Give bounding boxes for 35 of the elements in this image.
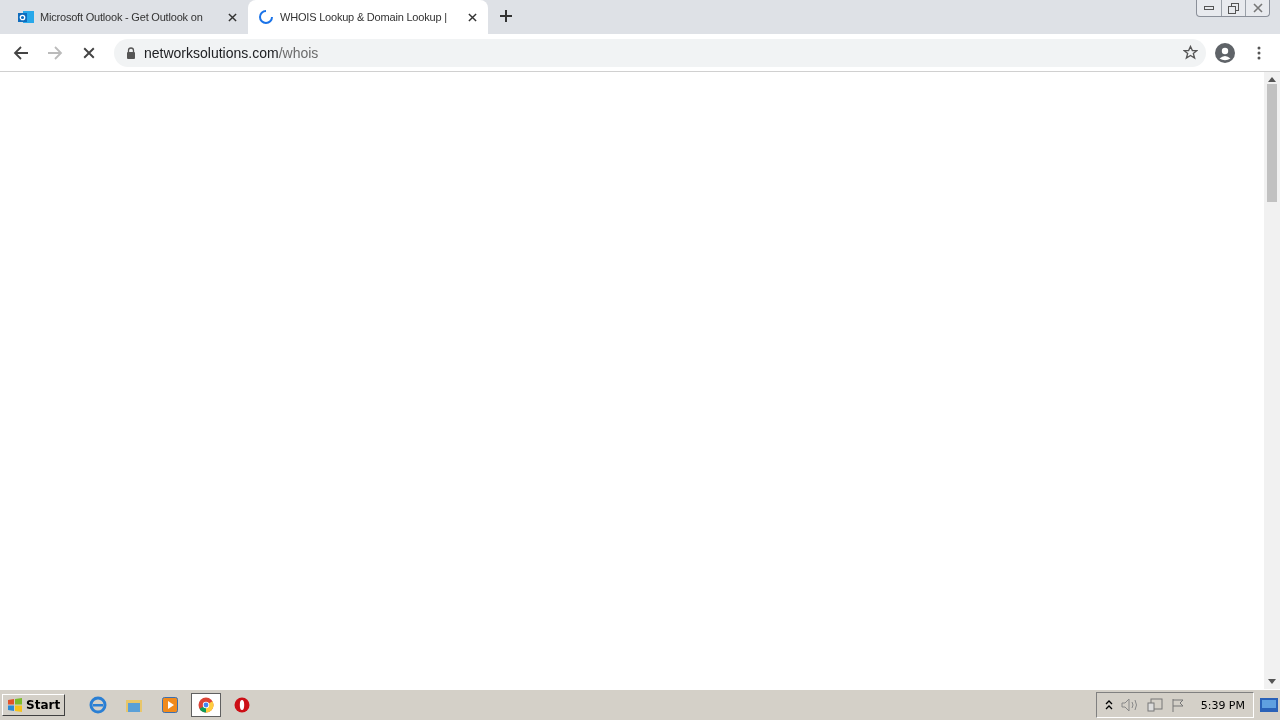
forward-arrow-icon (47, 44, 63, 61)
windows-flag-icon (7, 698, 23, 712)
back-arrow-icon (13, 44, 29, 61)
taskbar-app-button[interactable] (191, 693, 222, 717)
menu-icon (1257, 45, 1261, 60)
clock[interactable]: 5:39 PM (1200, 698, 1245, 712)
close-icon (227, 12, 237, 22)
folder-icon (125, 697, 144, 713)
chrome-icon (198, 697, 215, 713)
play-icon (162, 697, 179, 713)
scroll-up-icon (1268, 77, 1276, 82)
star-icon[interactable] (1183, 45, 1198, 60)
browser-tab[interactable]: WHOIS Lookup & Domain Lookup | (248, 0, 488, 34)
scroll-thumb[interactable] (1267, 84, 1277, 202)
opera-icon (234, 697, 251, 713)
browser-tab[interactable]: Microsoft Outlook - Get Outlook on (8, 0, 248, 34)
minimize-icon (1204, 6, 1214, 10)
tab-title: WHOIS Lookup & Domain Lookup | (280, 11, 448, 23)
address-bar[interactable]: networksolutions.com/whois (114, 38, 1206, 67)
close-icon (83, 46, 95, 59)
mail-app-icon (18, 9, 34, 25)
start-button[interactable]: Start (2, 694, 66, 716)
lock-icon (126, 46, 136, 59)
close-icon (1252, 3, 1263, 13)
url-text: networksolutions.com/whois (144, 44, 320, 61)
account-icon (1215, 42, 1235, 63)
loading-spinner-icon (258, 9, 274, 25)
flag-icon[interactable] (1170, 698, 1185, 712)
browser-e-icon (89, 696, 108, 714)
chevron-up-icon[interactable] (1104, 700, 1113, 710)
scroll-down-icon (1268, 679, 1276, 684)
close-icon (467, 12, 477, 22)
plus-icon (500, 10, 512, 22)
tab-title: Microsoft Outlook - Get Outlook on (40, 11, 204, 23)
scrollbar[interactable] (1264, 72, 1280, 689)
